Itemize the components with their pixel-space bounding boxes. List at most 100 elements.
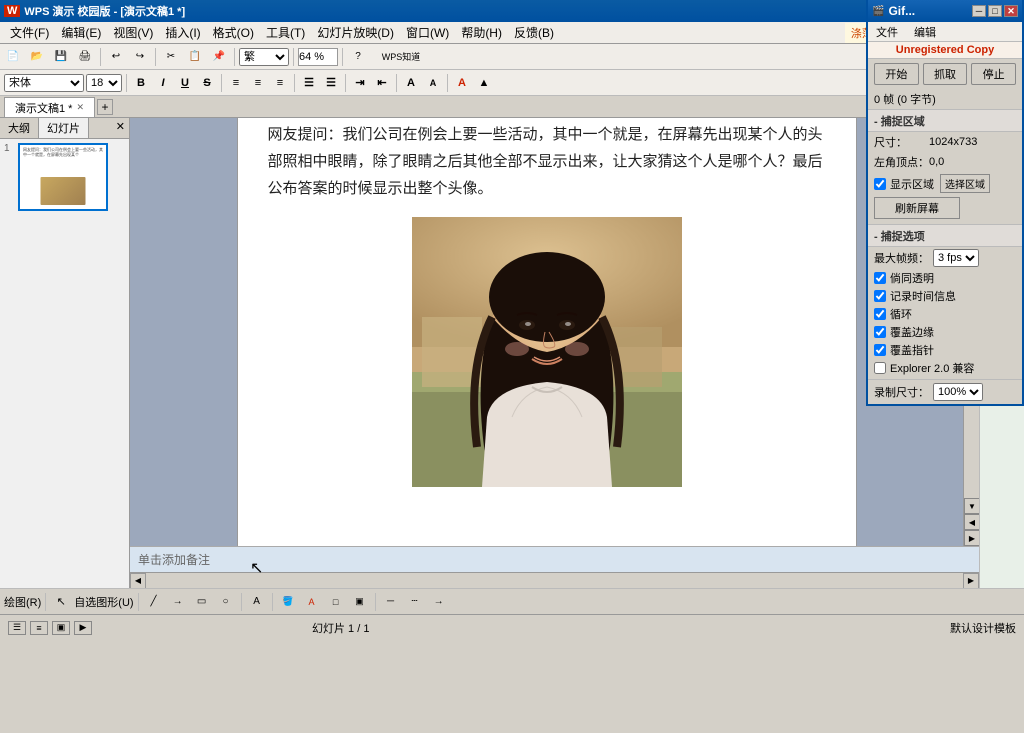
transparent-check[interactable] (874, 272, 886, 284)
draw-arrow-btn[interactable]: → (167, 591, 189, 613)
strikethrough-btn[interactable]: S (197, 73, 217, 93)
help-btn[interactable]: ? (347, 46, 369, 68)
h-scrollbar[interactable]: ◀ ▶ (130, 572, 979, 588)
open-btn[interactable]: 📂 (26, 46, 48, 68)
new-btn[interactable]: 📄 (2, 46, 24, 68)
status-bar: ☰ ≡ ▣ ▶ 幻灯片 1 / 1 默认设计模板 (0, 614, 1024, 640)
draw-linestyle-btn[interactable]: ┄ (404, 591, 426, 613)
gif-maximize-btn[interactable]: □ (988, 5, 1002, 17)
sep-fmt5 (396, 74, 397, 92)
tab-add-btn[interactable]: + (97, 99, 113, 115)
menu-view[interactable]: 视图(V) (107, 22, 159, 43)
scroll-extra-btn1[interactable]: ◀ (964, 514, 979, 530)
draw-3d-btn[interactable]: ▣ (349, 591, 371, 613)
gif-stop-btn[interactable]: 停止 (971, 63, 1016, 85)
cover-edge-check[interactable] (874, 326, 886, 338)
loop-check[interactable] (874, 308, 886, 320)
h-scroll-track[interactable] (146, 573, 963, 589)
select-region-btn[interactable]: 选择区域 (940, 174, 990, 193)
draw-textbox-btn[interactable]: A (246, 591, 268, 613)
draw-fontcolor-btn[interactable]: A (301, 591, 323, 613)
record-size-select[interactable]: 100% (933, 383, 983, 401)
gif-capture-btn[interactable]: 抓取 (923, 63, 968, 85)
timestamp-check[interactable] (874, 290, 886, 302)
align-right-btn[interactable]: ≡ (270, 73, 290, 93)
redo-btn[interactable]: ↪ (129, 46, 151, 68)
draw-line-btn[interactable]: ╱ (143, 591, 165, 613)
refresh-screen-btn[interactable]: 刷新屏幕 (874, 197, 960, 219)
font-size-small[interactable]: A (423, 73, 443, 93)
cover-cursor-check[interactable] (874, 344, 886, 356)
italic-btn[interactable]: I (153, 73, 173, 93)
zoom-input[interactable] (298, 48, 338, 66)
draw-arrowstyle-btn[interactable]: → (428, 591, 450, 613)
draw-label: 绘图(R) (4, 594, 41, 610)
scroll-right-btn[interactable]: ▶ (963, 573, 979, 589)
menu-help[interactable]: 帮助(H) (455, 22, 508, 43)
gif-menu-edit[interactable]: 编辑 (906, 22, 944, 42)
highlight-btn[interactable]: ▲ (474, 73, 494, 93)
note-bar[interactable]: 单击添加备注 (130, 546, 979, 572)
slide-thumb-area[interactable]: 1 网友提问：我们公司在例会上要一些活动，其中一个就是，在屏幕先出现某个 (0, 139, 129, 588)
menu-slideshow[interactable]: 幻灯片放映(D) (311, 22, 400, 43)
show-region-check[interactable] (874, 178, 886, 190)
draw-cursor-btn[interactable]: ↖ (50, 591, 72, 613)
slide-item-1[interactable]: 1 网友提问：我们公司在例会上要一些活动，其中一个就是，在屏幕先出现某个 (4, 143, 125, 211)
align-left-btn[interactable]: ≡ (226, 73, 246, 93)
draw-sep2 (138, 593, 139, 611)
menu-edit[interactable]: 编辑(E) (55, 22, 107, 43)
slide-thumbnail[interactable]: 网友提问：我们公司在例会上要一些活动，其中一个就是，在屏幕先出现某个 (18, 143, 108, 211)
scroll-left-btn[interactable]: ◀ (130, 573, 146, 589)
outline-view-btn[interactable]: ≡ (30, 621, 48, 635)
slide-canvas[interactable]: 网友提问：我们公司在例会上要一些活动，其中一个就是，在屏幕先出现某个人的头部照相… (237, 118, 857, 546)
menu-window[interactable]: 窗口(W) (400, 22, 455, 43)
fps-select[interactable]: 3 fps (933, 249, 979, 267)
menu-insert[interactable]: 插入(I) (159, 22, 206, 43)
font-size-select[interactable]: 18 (86, 74, 122, 92)
slide-view-btn[interactable]: ▣ (52, 621, 70, 635)
save-btn[interactable]: 💾 (50, 46, 72, 68)
gif-close-btn[interactable]: ✕ (1004, 5, 1018, 17)
font-size-large[interactable]: A (401, 73, 421, 93)
decrease-indent-btn[interactable]: ⇤ (372, 73, 392, 93)
scroll-down-btn[interactable]: ▼ (964, 498, 979, 514)
bullet-btn[interactable]: ☰ (299, 73, 319, 93)
outline-tab[interactable]: 大纲 (0, 118, 39, 138)
draw-fill-btn[interactable]: 🪣 (277, 591, 299, 613)
draw-linewidth-btn[interactable]: ─ (380, 591, 402, 613)
menu-tools[interactable]: 工具(T) (260, 22, 311, 43)
font-color-btn[interactable]: A (452, 73, 472, 93)
tab-presentation1[interactable]: 演示文稿1 * ✕ (4, 97, 95, 117)
gif-start-btn[interactable]: 开始 (874, 63, 919, 85)
menu-file[interactable]: 文件(F) (4, 22, 55, 43)
undo-btn[interactable]: ↩ (105, 46, 127, 68)
wps-online-btn[interactable]: WPS知道 (371, 46, 431, 68)
underline-btn[interactable]: U (175, 73, 195, 93)
slides-tab[interactable]: 幻灯片 (39, 118, 89, 138)
paste-btn[interactable]: 📌 (208, 46, 230, 68)
slide-center[interactable]: 网友提问：我们公司在例会上要一些活动，其中一个就是，在屏幕先出现某个人的头部照相… (130, 118, 963, 546)
explorer-compat-check[interactable] (874, 362, 886, 374)
print-btn[interactable]: 🖨 (74, 46, 96, 68)
gif-minimize-btn[interactable]: ─ (972, 5, 986, 17)
draw-shadow-btn[interactable]: □ (325, 591, 347, 613)
panel-close-btn[interactable]: ✕ (112, 118, 129, 138)
scroll-extra-btn2[interactable]: ▶ (964, 530, 979, 546)
tab-close-btn[interactable]: ✕ (76, 102, 84, 113)
numbering-btn[interactable]: ☰ (321, 73, 341, 93)
increase-indent-btn[interactable]: ⇥ (350, 73, 370, 93)
font-family-select[interactable]: 宋体 (4, 74, 84, 92)
menu-format[interactable]: 格式(O) (207, 22, 260, 43)
slideshow-view-btn[interactable]: ▶ (74, 621, 92, 635)
cut-btn[interactable]: ✂ (160, 46, 182, 68)
app-icon: W (4, 5, 20, 17)
gif-menu-file[interactable]: 文件 (868, 22, 906, 42)
draw-ellipse-btn[interactable]: ○ (215, 591, 237, 613)
normal-view-btn[interactable]: ☰ (8, 621, 26, 635)
copy-btn[interactable]: 📋 (184, 46, 206, 68)
zoom-select[interactable]: 繁 (239, 48, 289, 66)
bold-btn[interactable]: B (131, 73, 151, 93)
menu-feedback[interactable]: 反馈(B) (508, 22, 560, 43)
draw-rect-btn[interactable]: ▭ (191, 591, 213, 613)
align-center-btn[interactable]: ≡ (248, 73, 268, 93)
